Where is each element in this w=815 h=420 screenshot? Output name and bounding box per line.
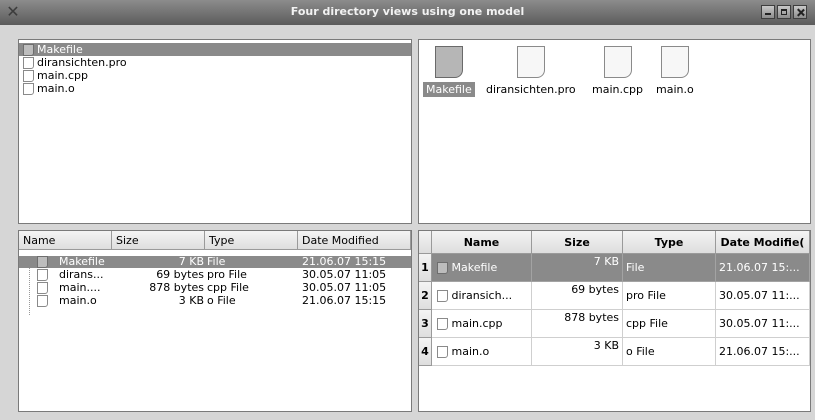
tree-row[interactable]: dirans... 69 bytes pro File 30.05.07 11:… bbox=[19, 269, 411, 281]
file-icon bbox=[23, 44, 34, 56]
icon-label: diransichten.pro bbox=[486, 83, 576, 96]
icon-label: Makefile bbox=[423, 82, 475, 97]
icon-item[interactable]: Makefile bbox=[423, 46, 475, 97]
minimize-button[interactable] bbox=[761, 5, 775, 19]
file-icon bbox=[603, 46, 632, 78]
table-cell[interactable]: 7 KB bbox=[532, 254, 623, 282]
table-cell[interactable]: main.cpp bbox=[432, 310, 532, 338]
file-icon bbox=[37, 282, 48, 294]
window-title: Four directory views using one model bbox=[290, 5, 525, 18]
file-icon bbox=[660, 46, 689, 78]
table-cell[interactable]: 878 bytes bbox=[532, 310, 623, 338]
icon-label: main.cpp bbox=[592, 83, 643, 96]
row-header[interactable]: 3 bbox=[419, 310, 432, 338]
table-cell[interactable]: main.o bbox=[432, 338, 532, 366]
table-cell[interactable]: 30.05.07 11:... bbox=[716, 310, 810, 338]
table-row[interactable]: main.cpp 878 bytes cpp File 30.05.07 11:… bbox=[432, 310, 810, 338]
table-cell[interactable]: 21.06.07 15:... bbox=[716, 338, 810, 366]
table-row[interactable]: main.o 3 KB o File 21.06.07 15:... bbox=[432, 338, 810, 366]
table-corner[interactable] bbox=[419, 231, 432, 254]
file-icon bbox=[23, 83, 34, 95]
file-icon bbox=[437, 346, 448, 358]
table-view[interactable]: Name Size Type Date Modifie( 1 Makefile … bbox=[418, 230, 811, 412]
title-bar[interactable]: ✕ Four directory views using one model bbox=[0, 0, 815, 25]
list-item[interactable]: main.cpp bbox=[19, 69, 411, 82]
table-cell[interactable]: File bbox=[623, 254, 716, 282]
row-header[interactable]: 4 bbox=[419, 338, 432, 366]
table-cell[interactable]: 30.05.07 11:... bbox=[716, 282, 810, 310]
row-header[interactable]: 1 bbox=[419, 254, 432, 282]
table-row[interactable]: diransich... 69 bytes pro File 30.05.07 … bbox=[432, 282, 810, 310]
table-cell[interactable]: 3 KB bbox=[532, 338, 623, 366]
column-header-date[interactable]: Date Modifie( bbox=[716, 231, 810, 254]
file-icon bbox=[516, 46, 545, 78]
list-item[interactable]: diransichten.pro bbox=[19, 56, 411, 69]
icon-item[interactable]: diransichten.pro bbox=[483, 46, 579, 97]
table-cell[interactable]: cpp File bbox=[623, 310, 716, 338]
file-icon bbox=[37, 295, 48, 307]
column-header-type[interactable]: Type bbox=[205, 231, 298, 250]
list-item[interactable]: main.o bbox=[19, 82, 411, 95]
column-header-size[interactable]: Size bbox=[112, 231, 205, 250]
icon-view[interactable]: Makefile diransichten.pro main.cpp main.… bbox=[418, 39, 811, 224]
column-header-type[interactable]: Type bbox=[623, 231, 716, 254]
tree-row[interactable]: main.o 3 KB o File 21.06.07 15:15 bbox=[19, 295, 411, 307]
tree-row[interactable]: main.... 878 bytes cpp File 30.05.07 11:… bbox=[19, 282, 411, 294]
table-cell[interactable]: 21.06.07 15:... bbox=[716, 254, 810, 282]
row-header[interactable]: 2 bbox=[419, 282, 432, 310]
table-cell[interactable]: o File bbox=[623, 338, 716, 366]
icon-label: main.o bbox=[656, 83, 694, 96]
icon-item[interactable]: main.o bbox=[653, 46, 697, 97]
table-cell[interactable]: pro File bbox=[623, 282, 716, 310]
file-icon bbox=[437, 290, 448, 302]
tree-view[interactable]: Name Size Type Date Modified Makefile 7 … bbox=[18, 230, 412, 412]
file-icon bbox=[37, 256, 48, 268]
maximize-button[interactable] bbox=[777, 5, 791, 19]
table-cell[interactable]: diransich... bbox=[432, 282, 532, 310]
column-header-name[interactable]: Name bbox=[19, 231, 112, 250]
tree-row[interactable]: Makefile 7 KB File 21.06.07 15:15 bbox=[19, 256, 411, 268]
file-icon bbox=[37, 269, 48, 281]
file-icon bbox=[23, 70, 34, 82]
table-row[interactable]: Makefile 7 KB File 21.06.07 15:... bbox=[432, 254, 810, 282]
file-icon bbox=[434, 46, 463, 78]
file-icon bbox=[437, 262, 448, 274]
column-header-name[interactable]: Name bbox=[432, 231, 532, 254]
table-cell[interactable]: 69 bytes bbox=[532, 282, 623, 310]
close-button[interactable] bbox=[793, 5, 807, 19]
column-header-date[interactable]: Date Modified bbox=[298, 231, 411, 250]
file-icon bbox=[437, 318, 448, 330]
list-view[interactable]: Makefile diransichten.pro main.cpp main.… bbox=[18, 39, 412, 224]
file-icon bbox=[23, 57, 34, 69]
column-header-size[interactable]: Size bbox=[532, 231, 623, 254]
list-item[interactable]: Makefile bbox=[19, 43, 411, 56]
icon-item[interactable]: main.cpp bbox=[589, 46, 646, 97]
table-cell[interactable]: Makefile bbox=[432, 254, 532, 282]
